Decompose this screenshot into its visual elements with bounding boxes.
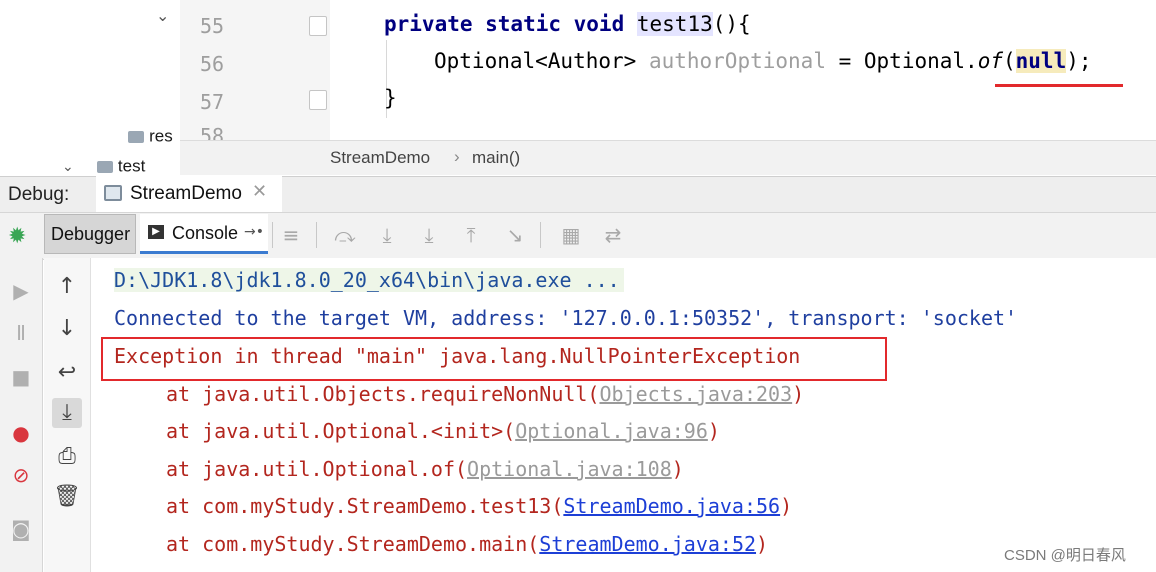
line-number: 56 <box>200 52 225 76</box>
breadcrumb: StreamDemo › main() <box>180 140 1156 175</box>
mute-breakpoints-icon[interactable]: ⊘ <box>6 460 36 490</box>
force-step-into-icon[interactable]: ⤓ <box>414 220 444 250</box>
stack-frame: at com.myStudy.StreamDemo.test13(StreamD… <box>166 494 793 518</box>
evaluate-icon[interactable]: ▦ <box>556 220 586 250</box>
trace-icon[interactable]: ⇄ <box>598 220 628 250</box>
debug-label: Debug: <box>8 184 70 205</box>
watermark: CSDN @明日春风 <box>1004 547 1126 564</box>
chevron-down-icon[interactable]: ⌄ <box>62 159 74 175</box>
code-line-57: } <box>384 86 397 110</box>
step-out-icon[interactable]: ⤒ <box>456 220 486 250</box>
step-over-icon[interactable]: ⤼ <box>330 220 360 250</box>
run-to-cursor-icon[interactable]: ↘ <box>500 220 530 250</box>
line-number: 58 <box>200 124 225 140</box>
arrow-up-icon[interactable]: ↑ <box>52 272 82 302</box>
toolbar-separator <box>316 222 317 248</box>
console-command-line: D:\JDK1.8\jdk1.8.0_20_x64\bin\java.exe .… <box>114 268 624 292</box>
scroll-to-end-icon[interactable]: ⤓ <box>52 398 82 428</box>
camera-icon[interactable]: ◙ <box>6 514 36 544</box>
trash-icon[interactable]: 🗑 <box>52 482 82 512</box>
stack-frame: at java.util.Optional.<init>(Optional.ja… <box>166 419 720 443</box>
stack-frame: at java.util.Optional.of(Optional.java:1… <box>166 457 684 481</box>
breadcrumb-method[interactable]: main() <box>472 148 520 168</box>
console-icon: ▶ <box>148 225 164 239</box>
window-icon <box>104 185 122 201</box>
arrow-down-icon[interactable]: ↓ <box>52 314 82 344</box>
highlight-underline <box>995 84 1123 87</box>
breadcrumb-file[interactable]: StreamDemo <box>330 148 430 168</box>
line-number: 55 <box>200 14 225 38</box>
method-name: test13 <box>636 12 713 36</box>
stack-frame-link[interactable]: Optional.java:96 <box>515 419 708 443</box>
soft-wrap-icon[interactable]: ↩ <box>52 358 82 388</box>
step-into-icon[interactable]: ⤓ <box>372 220 402 250</box>
toolbar-separator <box>540 222 541 248</box>
tab-console[interactable]: ▶ Console →• <box>140 214 268 254</box>
resources-folder-icon <box>128 130 144 143</box>
fold-collapse-icon[interactable] <box>309 16 327 36</box>
folder-icon <box>96 160 113 173</box>
project-tree: ⌄ res ⌄ test <box>0 0 180 178</box>
line-number: 57 <box>200 90 225 114</box>
stack-frame-link[interactable]: Objects.java:203 <box>599 382 792 406</box>
pin-icon[interactable]: →• <box>244 224 264 240</box>
stack-frame-link[interactable]: StreamDemo.java:52 <box>539 532 756 556</box>
fold-end-icon[interactable] <box>309 90 327 110</box>
null-literal: null <box>1015 49 1067 73</box>
tree-item-res[interactable]: res <box>128 126 173 148</box>
debug-session-tab[interactable]: StreamDemo ✕ <box>96 176 282 212</box>
code-line-56: Optional<Author> authorOptional = Option… <box>434 49 1092 73</box>
menu-icon[interactable]: ≡ <box>276 220 306 250</box>
unused-variable: authorOptional <box>648 49 826 73</box>
view-breakpoints-icon[interactable]: ● <box>6 418 36 448</box>
toolbar-separator <box>272 222 273 248</box>
stack-frame: at com.myStudy.StreamDemo.main(StreamDem… <box>166 532 769 556</box>
tab-debugger[interactable]: Debugger <box>44 214 136 254</box>
exception-highlight-box <box>101 337 887 381</box>
stack-frame-link[interactable]: Optional.java:108 <box>467 457 672 481</box>
stop-icon[interactable]: ■ <box>6 362 36 392</box>
console-connected-line: Connected to the target VM, address: '12… <box>114 306 1018 330</box>
chevron-down-icon[interactable]: ⌄ <box>156 6 169 25</box>
keywords: private static void <box>384 12 625 36</box>
tree-item-test[interactable]: ⌄ test <box>62 156 145 178</box>
close-icon[interactable]: ✕ <box>252 181 267 202</box>
bug-icon[interactable]: ✹ <box>8 224 26 249</box>
code-line-55: private static void test13(){ <box>384 12 751 36</box>
static-call: of <box>977 49 1003 73</box>
stack-frame: at java.util.Objects.requireNonNull(Obje… <box>166 382 805 406</box>
print-icon[interactable]: ⎙ <box>52 442 82 472</box>
resume-icon[interactable]: ▶ <box>6 276 36 306</box>
pause-icon[interactable]: Ⅱ <box>6 318 36 348</box>
breadcrumb-separator: › <box>454 147 460 166</box>
stack-frame-link[interactable]: StreamDemo.java:56 <box>563 494 780 518</box>
